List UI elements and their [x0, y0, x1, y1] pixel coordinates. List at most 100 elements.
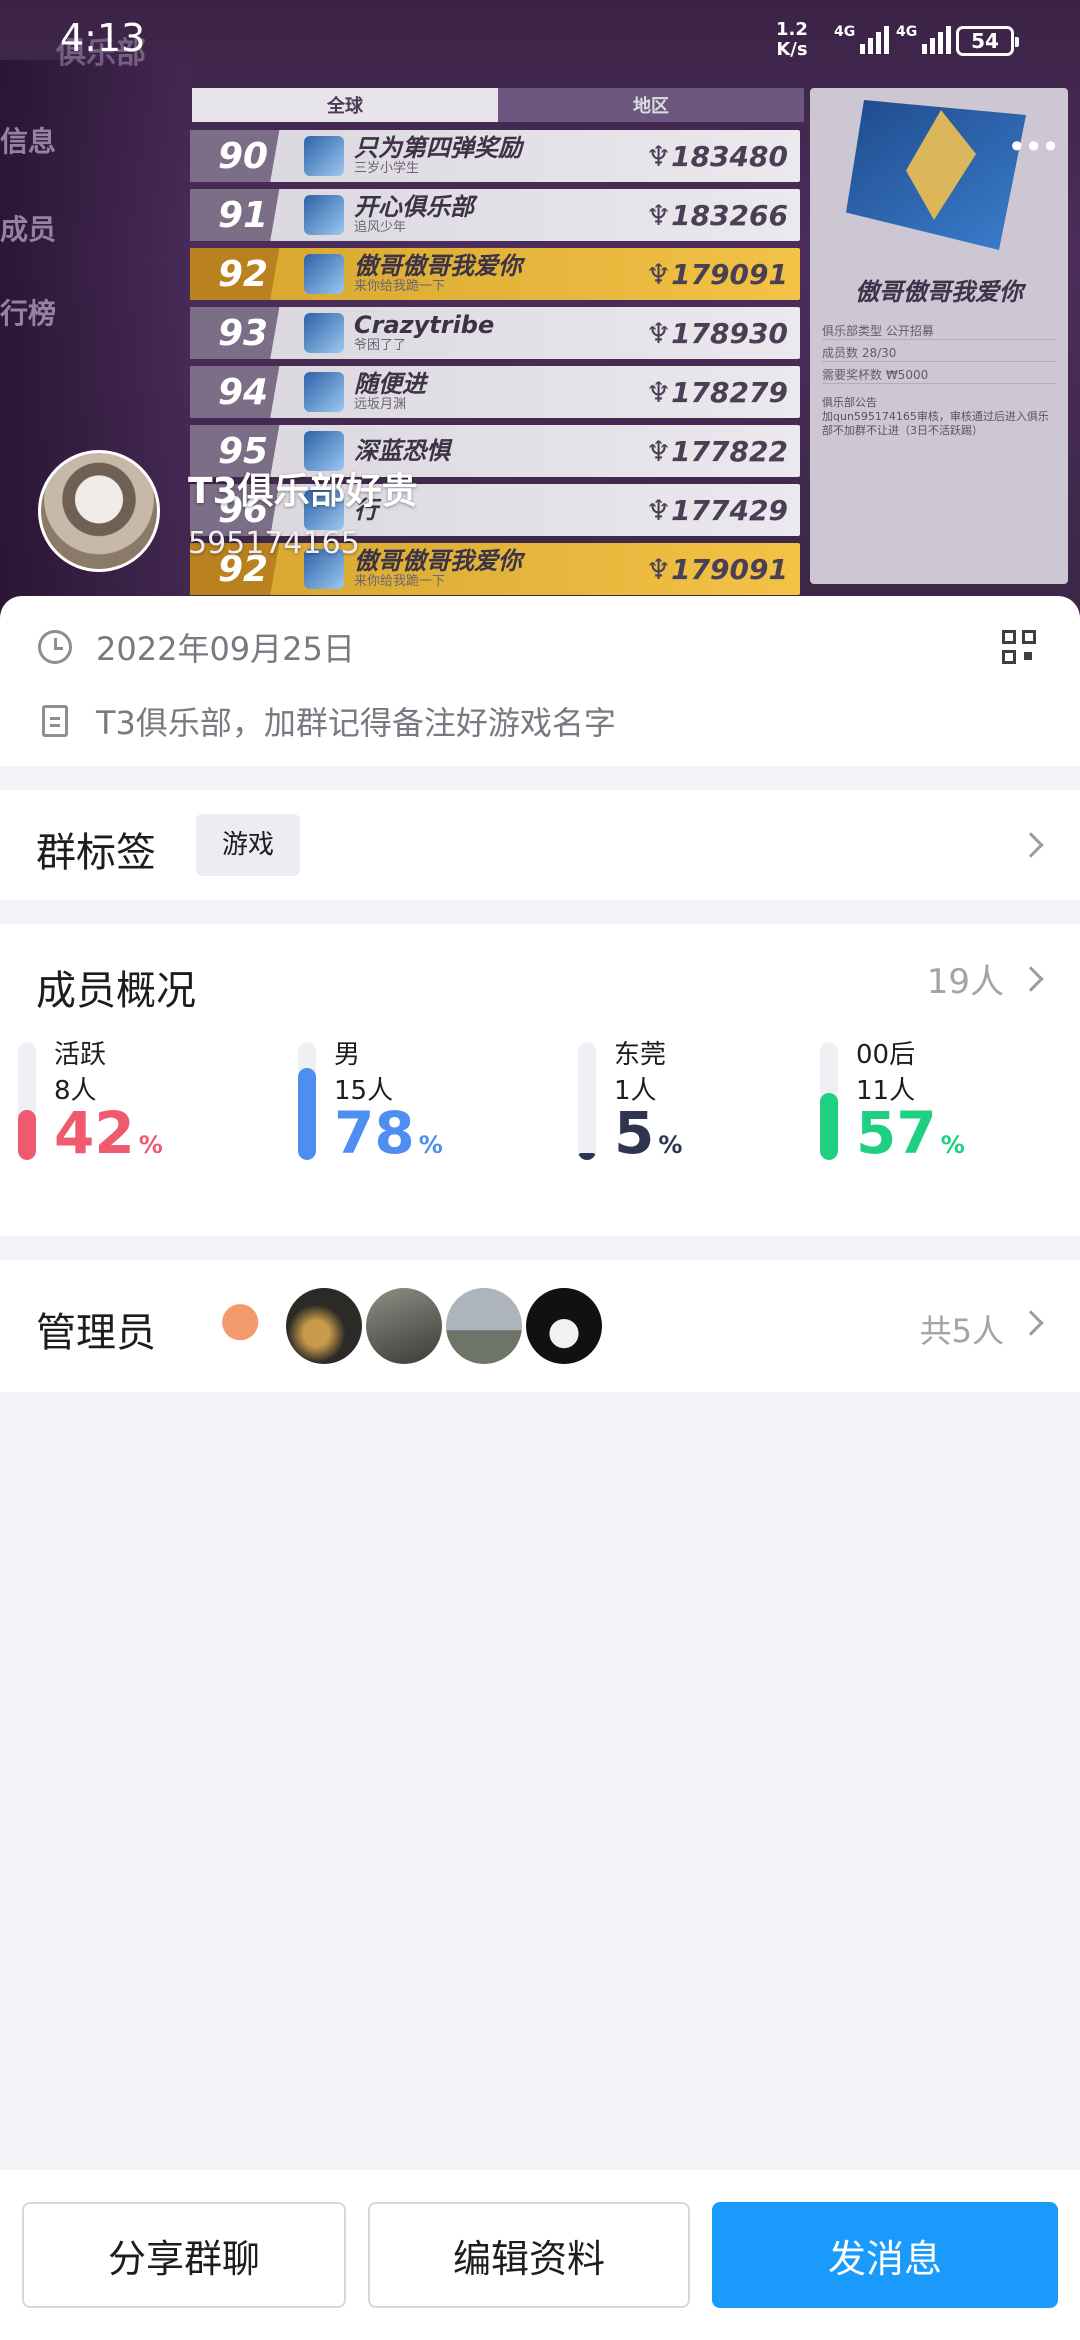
trophy-icon: ♆	[645, 493, 672, 527]
stat-percent-unit: %	[418, 1131, 443, 1159]
ranking-score: ♆179091	[646, 553, 800, 586]
cover-ranking-row: 91 开心俱乐部 追风少年 ♆183266	[190, 189, 800, 241]
cover-ranking-row: 93 Crazytribe 爷困了了 ♆178930	[190, 307, 800, 359]
cover-club-line: 俱乐部类型 公开招募	[822, 322, 1056, 340]
edit-profile-button[interactable]: 编辑资料	[368, 2202, 690, 2308]
ranking-score-value: 183480	[671, 139, 788, 173]
cover-menu-item: 行榜	[0, 297, 57, 330]
description-row: T3俱乐部，加群记得备注好游戏名字	[38, 698, 616, 744]
stat-label: 00后	[856, 1040, 916, 1070]
cover-notice-text: 加qun595174165审核，审核通过后进入俱乐部不加群不让进（3日不活跃踢）	[822, 410, 1049, 437]
stat-percent: 42%	[54, 1100, 163, 1178]
net-speed-value: 1.2	[776, 19, 808, 40]
stat-bar-fill	[820, 1092, 838, 1160]
admin-avatar[interactable]	[446, 1288, 522, 1364]
ranking-score: ♆183480	[646, 140, 800, 173]
ranking-score: ♆183266	[646, 199, 800, 232]
tags-title: 群标签	[36, 830, 156, 876]
stat-percent-value: 42	[54, 1099, 135, 1167]
ranking-club-sub: 三岁小学生	[354, 161, 420, 176]
stat-bar-track	[18, 1042, 36, 1160]
status-bar: 4:13 1.2 K/s 4G 4G 54	[0, 0, 1080, 80]
group-tags-row[interactable]: 群标签 游戏	[0, 790, 1080, 900]
members-overview[interactable]: 成员概况 19人 活跃 8人 42% 男 15人 78% 东莞 1人 5% 00后 11人 57%	[0, 924, 1080, 1236]
club-badge-icon	[304, 195, 344, 235]
chevron-right-icon	[1018, 1310, 1044, 1336]
stat-bar-fill	[298, 1067, 316, 1160]
signal-icon: 4G	[834, 24, 890, 54]
ranking-score-value: 183266	[671, 198, 788, 232]
club-badge-icon	[304, 136, 344, 176]
ranking-club-sub: 远坂月渊	[354, 397, 407, 412]
ranking-club-name: 傲哥傲哥我爱你	[354, 252, 522, 280]
admin-avatar[interactable]	[286, 1288, 362, 1364]
more-options-icon[interactable]: •••	[1007, 128, 1060, 166]
trophy-icon: ♆	[645, 375, 672, 409]
cover-tab: 地区	[498, 88, 804, 122]
stat-bar-track	[298, 1042, 316, 1160]
created-date: 2022年09月25日	[96, 630, 355, 668]
chevron-right-icon	[1018, 832, 1044, 858]
cover-club-line: 需要奖杯数 ₩5000	[822, 366, 1056, 384]
created-date-row: 2022年09月25日	[38, 624, 355, 670]
admin-avatar[interactable]	[206, 1288, 282, 1364]
signal-icon: 4G	[896, 24, 952, 54]
ranking-score: ♆177429	[646, 494, 800, 527]
cover-club-line: 成员数 28/30	[822, 344, 1056, 362]
net-type-label: 4G	[834, 24, 856, 40]
stat-bar-track	[820, 1042, 838, 1160]
stat-percent-value: 5	[614, 1099, 655, 1167]
ranking-score-value: 178930	[671, 316, 788, 350]
members-total: 19人	[926, 962, 1004, 1002]
group-name: T3俱乐部好贵	[188, 471, 418, 512]
club-badge-icon	[304, 254, 344, 294]
stat-label: 东莞	[614, 1040, 667, 1070]
ranking-score-value: 177429	[671, 493, 788, 527]
cover-ranking-row: 92 傲哥傲哥我爱你 来你给我跪一下 ♆179091	[190, 248, 800, 300]
group-cover: 俱乐部 信息 成员 行榜 全球 地区 90 只为第四弹奖励 三岁小学生 ♆183480…	[0, 0, 1080, 640]
ranking-number: 93	[190, 307, 300, 359]
admin-avatar[interactable]	[366, 1288, 442, 1364]
cover-tab: 全球	[192, 88, 498, 122]
stat-percent: 78%	[334, 1100, 443, 1178]
send-message-button[interactable]: 发消息	[712, 2202, 1058, 2308]
ranking-number: 92	[190, 248, 300, 300]
stat-percent-unit: %	[940, 1131, 965, 1159]
share-group-button[interactable]: 分享群聊	[22, 2202, 346, 2308]
stat-percent: 57%	[856, 1100, 965, 1178]
admin-avatar[interactable]	[526, 1288, 602, 1364]
club-logo-icon	[846, 100, 1026, 250]
admins-row[interactable]: 管理员 共5人	[0, 1260, 1080, 1392]
network-speed: 1.2 K/s	[776, 20, 808, 60]
chevron-right-icon	[1018, 966, 1044, 992]
group-avatar[interactable]	[38, 450, 160, 572]
stat-percent-value: 78	[334, 1099, 415, 1167]
net-type-label: 4G	[896, 24, 918, 40]
cover-rank-tabs: 全球 地区	[192, 88, 804, 122]
stat-label: 活跃	[54, 1040, 107, 1070]
ranking-club-sub: 爷困了了	[354, 338, 407, 353]
stat-bar-track	[578, 1042, 596, 1160]
cover-notice-label: 俱乐部公告	[822, 396, 877, 409]
group-tag: 游戏	[196, 814, 301, 876]
stat-label: 男	[334, 1040, 361, 1070]
group-info-card: 2022年09月25日 T3俱乐部，加群记得备注好游戏名字	[0, 596, 1080, 766]
ranking-score: ♆178930	[646, 317, 800, 350]
admins-title: 管理员	[36, 1310, 156, 1356]
cover-menu-item: 成员	[0, 213, 57, 246]
cover-ranking-row: 94 随便进 远坂月渊 ♆178279	[190, 366, 800, 418]
club-badge-icon	[304, 313, 344, 353]
trophy-icon: ♆	[645, 552, 672, 586]
group-description: T3俱乐部，加群记得备注好游戏名字	[96, 704, 616, 742]
document-icon	[42, 705, 68, 737]
trophy-icon: ♆	[645, 434, 672, 468]
clock-icon	[38, 630, 72, 664]
ranking-club-name: 深蓝恐惧	[354, 437, 450, 465]
club-badge-icon	[304, 372, 344, 412]
ranking-score: ♆179091	[646, 258, 800, 291]
ranking-club-sub: 追风少年	[354, 220, 407, 235]
trophy-icon: ♆	[645, 198, 672, 232]
ranking-number: 94	[190, 366, 300, 418]
stat-bar-fill	[18, 1110, 36, 1160]
qr-code-icon[interactable]	[1002, 630, 1038, 666]
